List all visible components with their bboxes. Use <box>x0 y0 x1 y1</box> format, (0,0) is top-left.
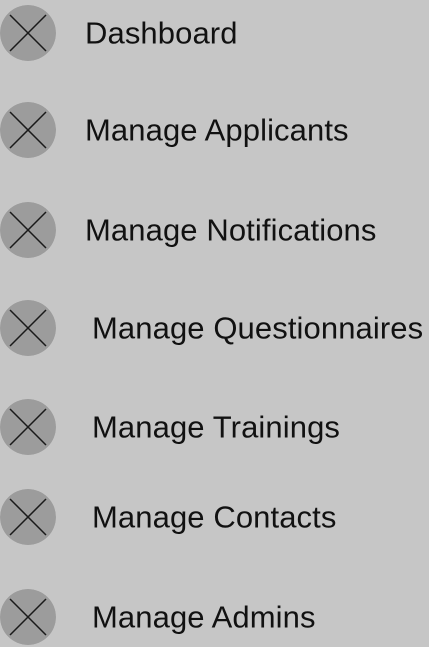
navigation-menu: Dashboard Manage Applicants Manage Notif… <box>0 0 429 647</box>
menu-item-label: Manage Questionnaires <box>92 310 424 346</box>
image-placeholder-icon <box>0 489 56 545</box>
menu-item-label: Manage Contacts <box>92 499 337 535</box>
menu-item-label: Manage Applicants <box>85 112 349 148</box>
image-placeholder-icon <box>0 202 56 258</box>
image-placeholder-icon <box>0 300 56 356</box>
menu-item-manage-notifications[interactable]: Manage Notifications <box>0 200 429 260</box>
menu-item-label: Manage Admins <box>92 599 316 635</box>
menu-item-manage-applicants[interactable]: Manage Applicants <box>0 100 429 160</box>
menu-item-label: Dashboard <box>85 15 238 51</box>
menu-item-label: Manage Notifications <box>85 212 377 248</box>
menu-item-label: Manage Trainings <box>92 409 341 445</box>
menu-item-manage-trainings[interactable]: Manage Trainings <box>0 397 429 457</box>
image-placeholder-icon <box>0 399 56 455</box>
menu-item-manage-contacts[interactable]: Manage Contacts <box>0 487 429 547</box>
image-placeholder-icon <box>0 589 56 645</box>
image-placeholder-icon <box>0 102 56 158</box>
menu-item-manage-questionnaires[interactable]: Manage Questionnaires <box>0 298 429 358</box>
menu-item-dashboard[interactable]: Dashboard <box>0 3 429 63</box>
image-placeholder-icon <box>0 5 56 61</box>
menu-item-manage-admins[interactable]: Manage Admins <box>0 587 429 647</box>
